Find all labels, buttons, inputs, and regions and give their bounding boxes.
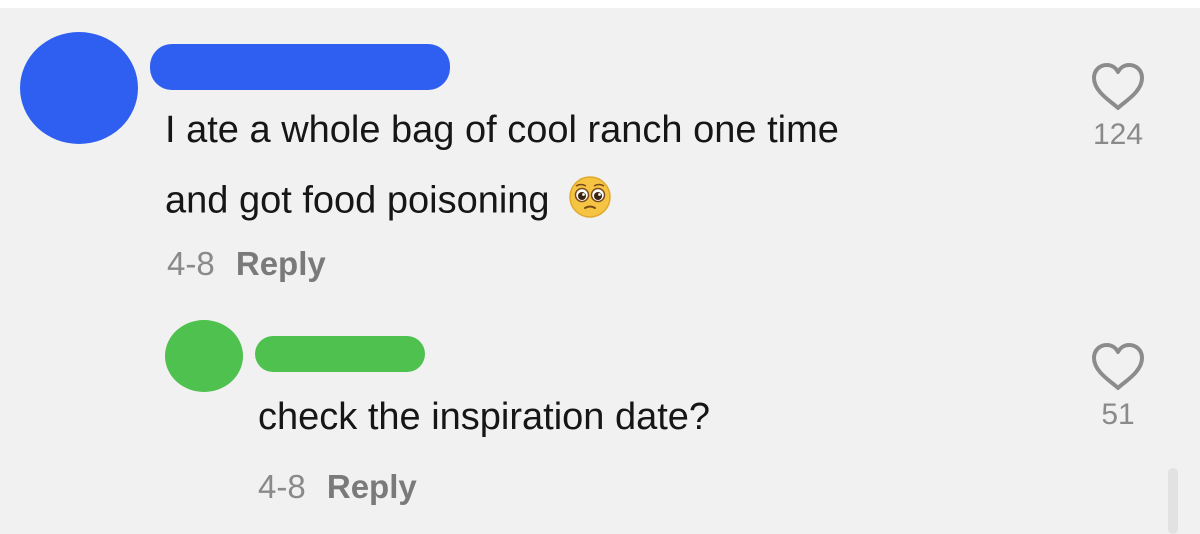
like-count: 51 <box>1101 398 1135 431</box>
like-button[interactable]: 51 <box>1078 342 1158 432</box>
heart-icon <box>1092 343 1144 390</box>
comment-meta: 4-8 Reply <box>167 245 326 283</box>
comment-meta: 4-8 Reply <box>258 468 417 506</box>
comment-date: 4-8 <box>167 245 215 282</box>
avatar[interactable] <box>20 32 138 144</box>
username-redacted[interactable] <box>150 44 450 90</box>
comment-text: check the inspiration date? <box>258 396 711 438</box>
comment-text-line-2: and got food poisoning <box>165 175 612 230</box>
comment-date: 4-8 <box>258 468 306 505</box>
pleading-face-icon <box>568 175 612 230</box>
like-count: 124 <box>1092 118 1144 151</box>
username-redacted[interactable] <box>255 336 425 372</box>
comment-text: and got food poisoning <box>165 179 550 222</box>
scrollbar[interactable] <box>1168 468 1178 534</box>
reply-button[interactable]: Reply <box>327 468 417 505</box>
reply-comment-item: check the inspiration date? 4-8 Reply 51 <box>0 300 1200 534</box>
heart-icon <box>1092 63 1144 110</box>
comment-text-line-1: I ate a whole bag of cool ranch one time <box>165 109 839 151</box>
comment-item: I ate a whole bag of cool ranch one time… <box>0 0 1200 300</box>
like-button[interactable]: 124 <box>1078 62 1158 152</box>
reply-button[interactable]: Reply <box>236 245 326 282</box>
avatar[interactable] <box>165 320 243 392</box>
